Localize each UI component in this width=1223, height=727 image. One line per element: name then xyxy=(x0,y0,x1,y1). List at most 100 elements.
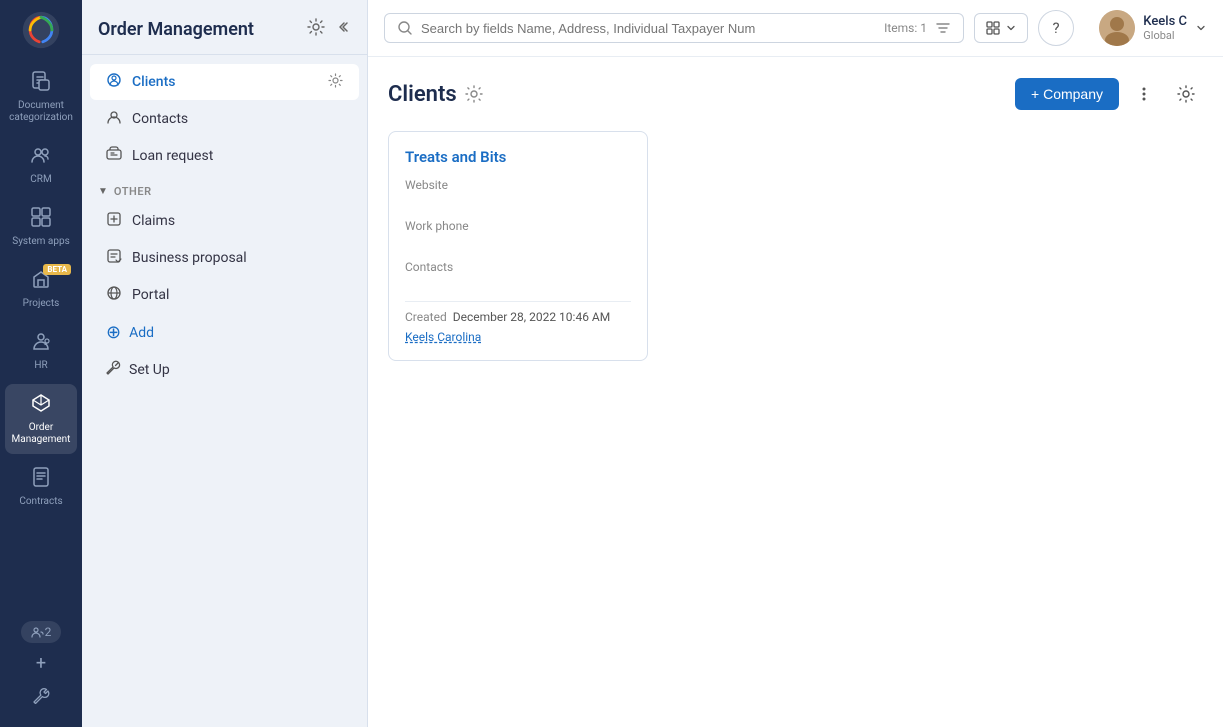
view-toggle-button[interactable] xyxy=(974,13,1028,43)
filter-icon[interactable] xyxy=(935,20,951,36)
client-created-row: Created December 28, 2022 10:46 AM xyxy=(405,310,631,324)
client-phone-label: Work phone xyxy=(405,219,631,233)
nav-item-claims[interactable]: Claims xyxy=(90,203,359,239)
users-count: 2 xyxy=(45,625,52,639)
content-settings-icon[interactable] xyxy=(465,85,483,103)
clients-nav-label: Clients xyxy=(132,74,175,90)
wrench-icon xyxy=(32,686,50,704)
nav-add-button[interactable]: ⊕ Add xyxy=(90,314,359,351)
nav-setup-button[interactable]: Set Up xyxy=(90,352,359,387)
client-creator[interactable]: Keels Carolina xyxy=(405,330,631,344)
portal-nav-label: Portal xyxy=(132,287,169,303)
content-header: Clients + Company xyxy=(388,77,1203,111)
search-icon xyxy=(397,20,413,36)
claims-nav-icon xyxy=(106,211,122,231)
secondary-nav: Clients Contacts Loan request ▼ OTHER xyxy=(82,55,367,727)
sidebar-item-hr[interactable]: HR xyxy=(5,322,77,380)
client-created-label: Created xyxy=(405,310,447,324)
client-divider xyxy=(405,301,631,302)
sidebar-item-hr-label: HR xyxy=(34,360,47,372)
more-options-button[interactable] xyxy=(1127,77,1161,111)
app-logo xyxy=(19,8,63,52)
sidebar-bottom: 2 + xyxy=(0,609,82,719)
other-section-header[interactable]: ▼ OTHER xyxy=(82,175,367,202)
claims-nav-label: Claims xyxy=(132,213,175,229)
content-title: Clients xyxy=(388,82,483,107)
user-info: Keels C Global xyxy=(1143,14,1187,42)
avatar-image xyxy=(1099,10,1135,46)
client-website-field: Website xyxy=(405,178,631,209)
search-box[interactable]: Items: 1 xyxy=(384,13,964,43)
secondary-sidebar: Order Management Clients Contacts xyxy=(82,0,368,727)
sidebar-item-system-apps[interactable]: System apps xyxy=(5,198,77,256)
settings-bottom-button[interactable] xyxy=(5,679,77,711)
secondary-header: Order Management xyxy=(82,0,367,55)
user-chevron-icon xyxy=(1195,22,1207,34)
setup-wrench-icon xyxy=(106,360,121,379)
secondary-sidebar-title: Order Management xyxy=(98,19,303,40)
client-phone-value xyxy=(405,235,631,250)
clients-nav-gear[interactable] xyxy=(328,73,343,92)
chevron-down-icon xyxy=(1005,22,1017,34)
portal-nav-icon xyxy=(106,285,122,305)
content-gear-button[interactable] xyxy=(1169,77,1203,111)
business-proposal-nav-icon xyxy=(106,248,122,268)
loan-request-nav-icon xyxy=(106,146,122,166)
sidebar-item-order-management[interactable]: Order Management xyxy=(5,384,77,454)
nav-item-contacts[interactable]: Contacts xyxy=(90,101,359,137)
system-apps-icon xyxy=(30,206,52,233)
sidebar-item-projects-label: Projects xyxy=(23,298,60,310)
user-role: Global xyxy=(1143,29,1187,42)
sidebar-item-document-categorization[interactable]: Document categorization xyxy=(5,62,77,132)
client-created-value: December 28, 2022 10:46 AM xyxy=(453,310,611,324)
add-company-button[interactable]: + Company xyxy=(1015,78,1119,110)
add-bottom-button[interactable]: + xyxy=(5,647,77,679)
users-badge-button[interactable]: 2 xyxy=(21,621,62,643)
other-section-label: OTHER xyxy=(114,185,152,198)
settings-gear-icon xyxy=(1177,85,1195,103)
contracts-icon xyxy=(30,466,52,493)
main-content: Items: 1 ? Keels C Global Clients xyxy=(368,0,1223,727)
business-proposal-nav-label: Business proposal xyxy=(132,250,247,266)
user-name: Keels C xyxy=(1143,14,1187,29)
content-header-actions: + Company xyxy=(1015,77,1203,111)
nav-item-loan-request[interactable]: Loan request xyxy=(90,138,359,174)
client-website-value xyxy=(405,194,631,209)
contacts-nav-label: Contacts xyxy=(132,111,188,127)
top-bar: Items: 1 ? Keels C Global xyxy=(368,0,1223,57)
sidebar-item-contracts[interactable]: Contracts xyxy=(5,458,77,516)
content-title-text: Clients xyxy=(388,82,457,107)
help-button[interactable]: ? xyxy=(1038,10,1074,46)
client-cards-container: Treats and Bits Website Work phone Conta… xyxy=(388,131,1203,361)
clients-nav-icon xyxy=(106,72,122,92)
client-name[interactable]: Treats and Bits xyxy=(405,148,631,166)
add-nav-icon: ⊕ xyxy=(106,322,121,343)
client-contacts-value xyxy=(405,276,631,291)
contacts-nav-icon xyxy=(106,109,122,129)
crm-icon xyxy=(30,144,52,171)
collapse-sidebar-button[interactable] xyxy=(333,18,351,40)
add-icon: + xyxy=(36,653,46,674)
sidebar-item-contracts-label: Contracts xyxy=(19,496,62,508)
search-items-count: Items: 1 xyxy=(884,21,927,35)
client-contacts-field: Contacts xyxy=(405,260,631,291)
add-nav-label: Add xyxy=(129,325,154,341)
nav-item-clients[interactable]: Clients xyxy=(90,64,359,100)
search-input[interactable] xyxy=(421,21,876,36)
help-icon: ? xyxy=(1052,19,1059,37)
sidebar-item-crm[interactable]: CRM xyxy=(5,136,77,194)
nav-item-portal[interactable]: Portal xyxy=(90,277,359,313)
client-contacts-label: Contacts xyxy=(405,260,631,274)
sidebar-item-order-management-label: Order Management xyxy=(9,422,73,446)
user-avatar xyxy=(1099,10,1135,46)
other-expand-icon: ▼ xyxy=(98,186,108,197)
grid-icon xyxy=(985,20,1001,36)
user-area[interactable]: Keels C Global xyxy=(1099,10,1207,46)
secondary-sidebar-gear[interactable] xyxy=(307,18,325,40)
nav-item-business-proposal[interactable]: Business proposal xyxy=(90,240,359,276)
document-categorization-icon xyxy=(30,70,52,97)
sidebar-item-system-apps-label: System apps xyxy=(12,236,70,248)
loan-request-nav-label: Loan request xyxy=(132,148,213,164)
sidebar-item-projects[interactable]: BETA Projects xyxy=(5,260,77,318)
order-management-icon xyxy=(30,392,52,419)
